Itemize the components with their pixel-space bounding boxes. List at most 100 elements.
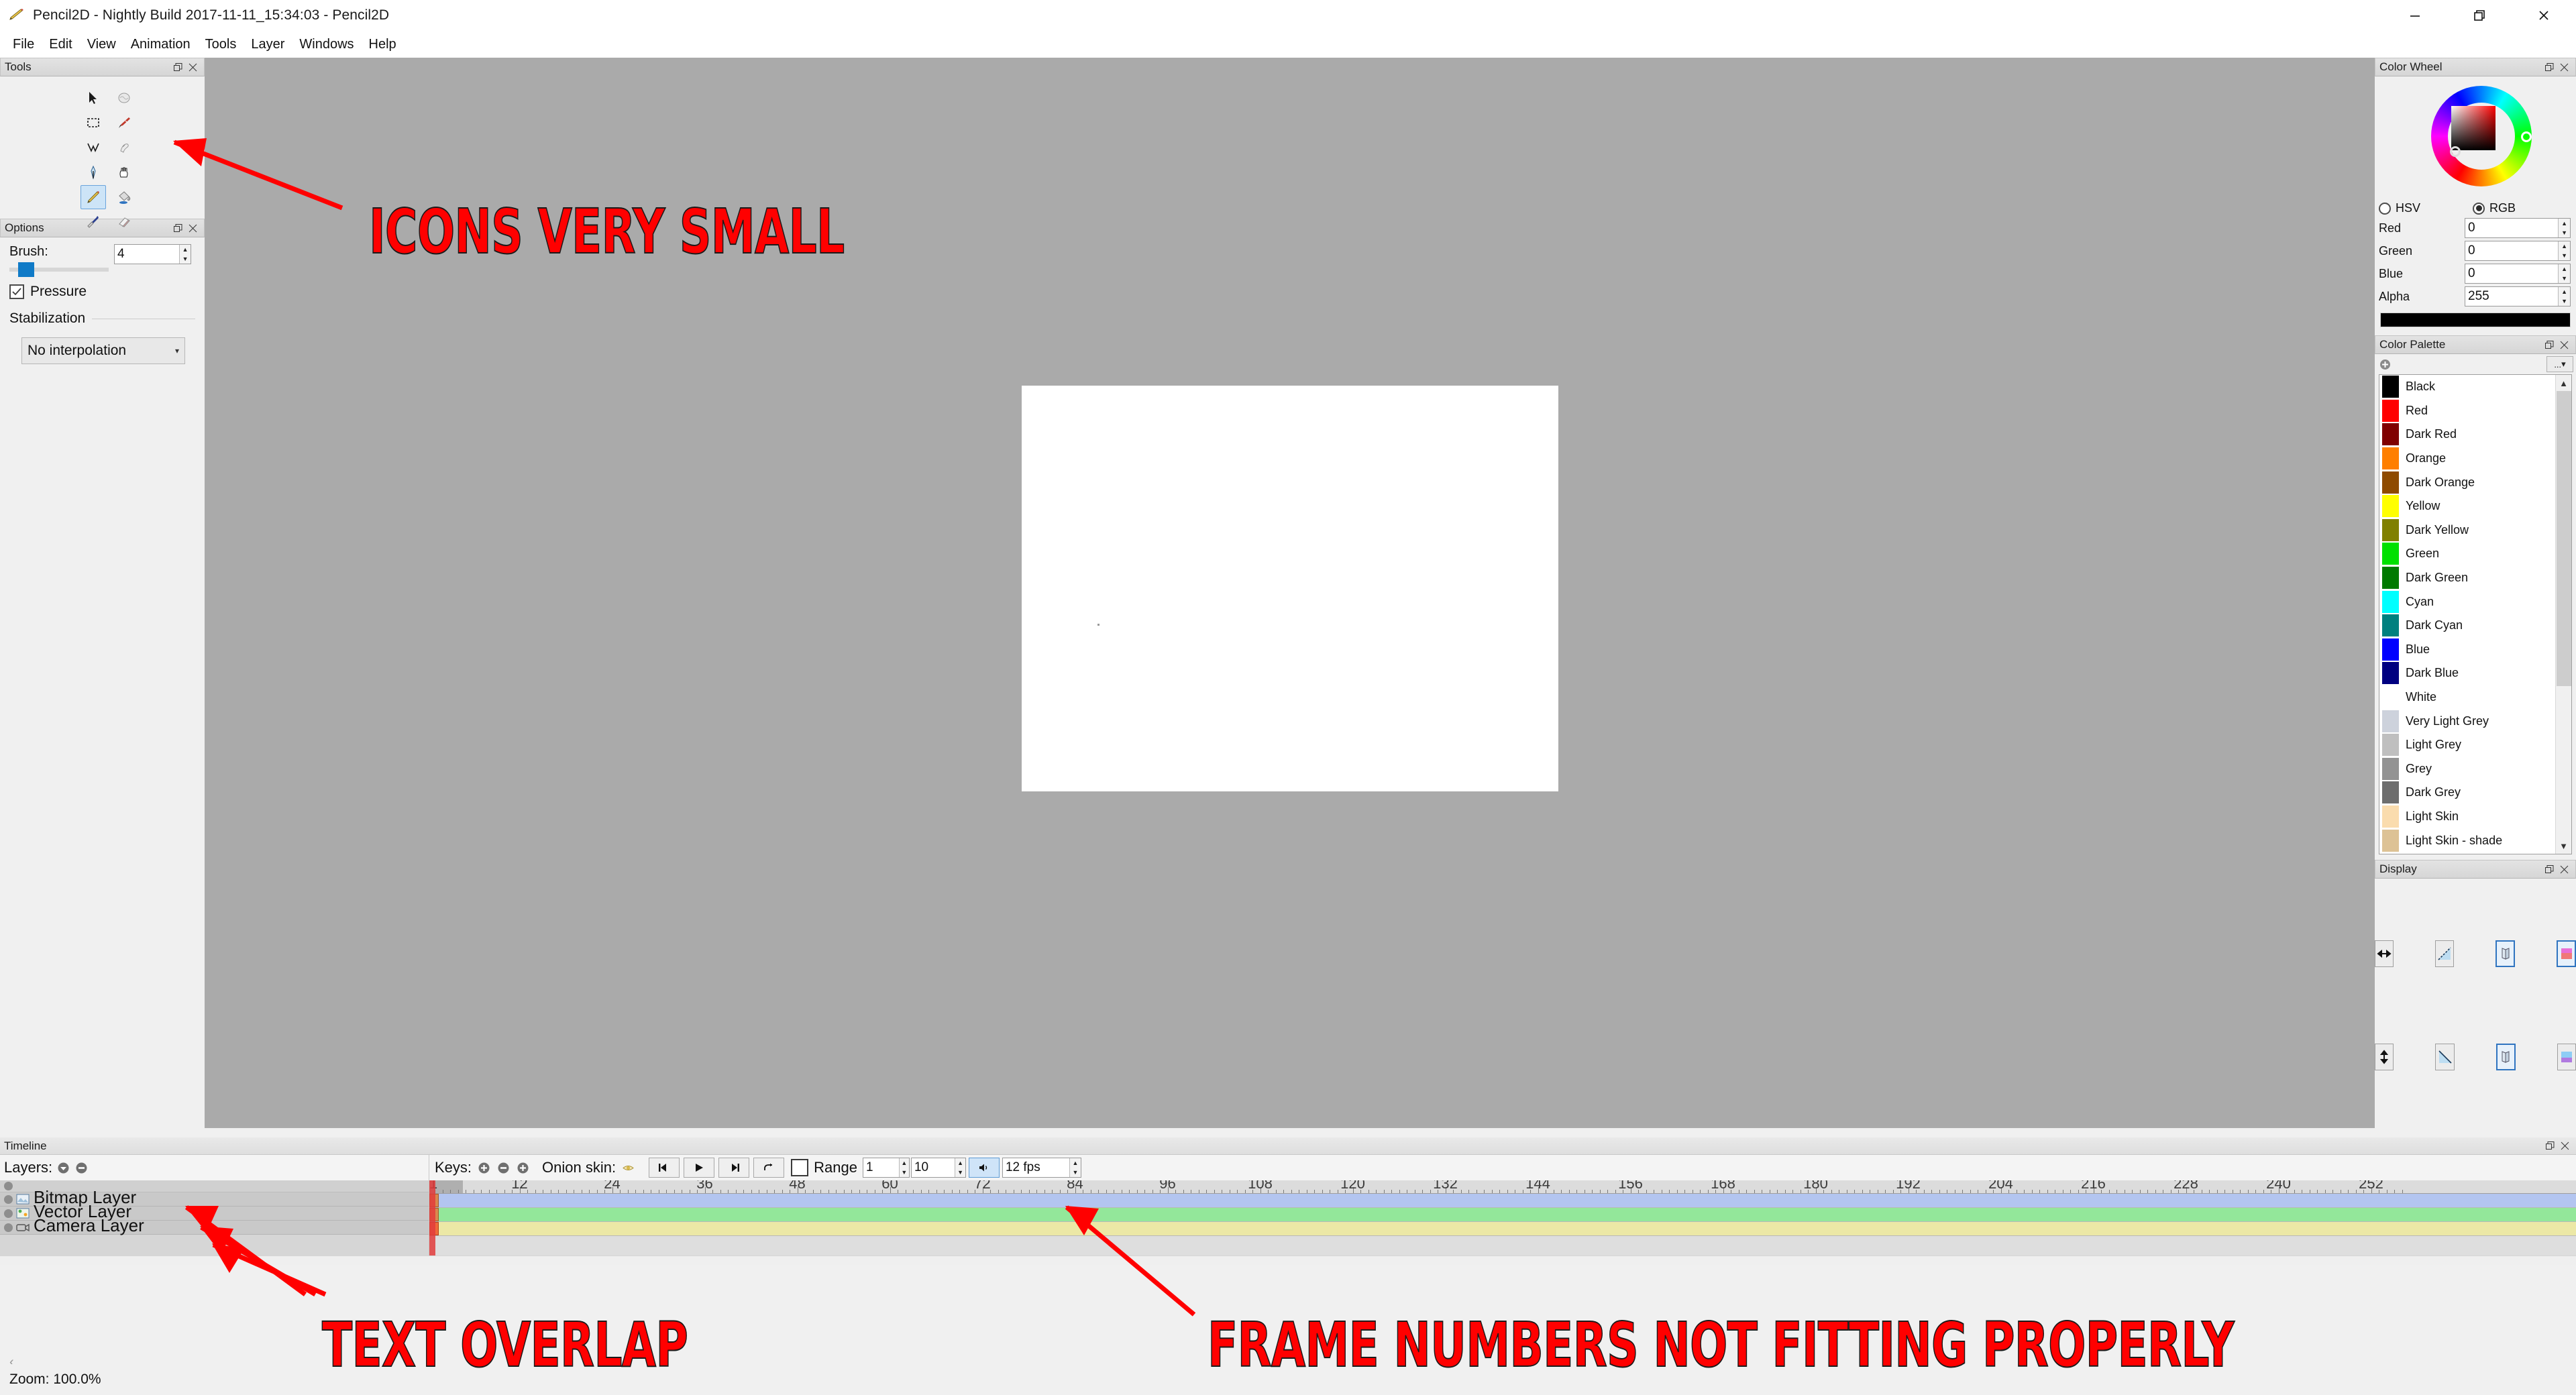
palette-list[interactable]: Black Red Dark Red Orange Dark Orange Ye… [2379,374,2572,854]
spin-down-icon[interactable]: ▼ [2559,251,2570,260]
palette-item[interactable]: Light Grey [2379,733,2555,757]
timeline-float-icon[interactable] [2542,1139,2557,1154]
display-close-icon[interactable] [2557,862,2571,877]
palette-item[interactable]: Dark Blue [2379,661,2555,685]
spin-up-icon[interactable]: ▲ [2559,219,2570,228]
palette-item[interactable]: Dark Orange [2379,470,2555,494]
palette-item[interactable]: Light Skin [2379,805,2555,829]
hand-tool[interactable] [111,160,137,184]
visibility-dot[interactable] [4,1209,13,1218]
saturation-value-square[interactable] [2451,106,2496,150]
spin-up-icon[interactable]: ▲ [180,245,191,254]
palette-item[interactable]: Cyan [2379,590,2555,614]
tools-close-icon[interactable] [185,60,200,74]
spin-up-icon[interactable]: ▲ [2559,241,2570,251]
prev-frame-button[interactable] [649,1158,680,1178]
alpha-spinner[interactable]: ▲▼ [2465,286,2571,306]
spin-down-icon[interactable]: ▼ [900,1168,909,1177]
chevron-down-icon[interactable]: ▾ [175,346,179,355]
play-button[interactable] [684,1158,715,1178]
spin-up-icon[interactable]: ▲ [955,1158,965,1168]
spin-up-icon[interactable]: ▲ [1070,1158,1081,1168]
timeline-close-icon[interactable] [2557,1139,2572,1154]
spin-up-icon[interactable]: ▲ [900,1158,909,1168]
remove-key-icon[interactable] [496,1160,511,1175]
range-end-input[interactable] [911,1158,955,1177]
overlay-cool-button[interactable] [2557,1044,2576,1070]
hsv-radio-group[interactable]: HSV [2379,201,2473,215]
hue-marker[interactable] [2521,131,2532,142]
sound-toggle-button[interactable] [968,1158,1000,1178]
timeline-hscrollbar[interactable] [0,1256,2576,1265]
range-end-arrows[interactable]: ▲ ▼ [955,1158,965,1177]
fps-input[interactable] [1002,1158,1069,1177]
palette-item[interactable]: Light Skin - shade [2379,828,2555,852]
alpha-input[interactable] [2465,287,2559,306]
palette-item[interactable]: Very Light Grey [2379,709,2555,733]
spin-up-icon[interactable]: ▲ [2559,287,2570,296]
flip-vertical-button[interactable] [2375,1044,2394,1070]
add-color-icon[interactable] [2377,357,2392,372]
blue-spinner[interactable]: ▲▼ [2465,264,2571,284]
flip-horizontal-button[interactable] [2375,940,2394,967]
spin-down-icon[interactable]: ▼ [2559,274,2570,283]
pencil-tool[interactable] [80,185,106,209]
track-area[interactable]: 1 12243648607284961081201321441561681801… [429,1180,2576,1256]
overlay-warm-button[interactable] [2557,940,2576,967]
palette-item[interactable]: Yellow [2379,494,2555,518]
scrollbar-thumb[interactable] [2556,391,2571,686]
add-layer-icon[interactable] [56,1160,70,1175]
spin-down-icon[interactable]: ▼ [955,1168,965,1177]
blue-spin-arrows[interactable]: ▲ ▼ [2558,264,2570,283]
smudge-tool[interactable] [111,86,137,110]
options-close-icon[interactable] [185,221,200,235]
range-start-arrows[interactable]: ▲ ▼ [898,1158,909,1177]
playhead[interactable] [429,1180,435,1256]
palette-item[interactable]: Red [2379,399,2555,423]
visibility-dot[interactable] [4,1223,13,1232]
pressure-checkbox[interactable] [9,284,24,299]
menu-help[interactable]: Help [362,35,404,54]
menu-file[interactable]: File [5,35,42,54]
sv-marker[interactable] [2450,146,2461,157]
mirror-diagonal2-button[interactable] [2435,1044,2455,1070]
range-start-spinner[interactable]: ▲▼ [862,1158,910,1178]
layer-row-camera[interactable]: Camera Layer [0,1217,429,1235]
scroll-up-icon[interactable]: ▲ [2559,375,2568,391]
menu-animation[interactable]: Animation [123,35,198,54]
brush-size-spinner[interactable]: ▲ ▼ [114,244,191,264]
palette-item[interactable]: Dark Red [2379,423,2555,447]
polyline-tool[interactable] [80,135,106,160]
blue-input[interactable] [2465,264,2559,283]
menu-windows[interactable]: Windows [292,35,361,54]
spin-down-icon[interactable]: ▼ [1070,1168,1081,1177]
brush-spin-arrows[interactable]: ▲ ▼ [179,245,191,264]
red-spinner[interactable]: ▲▼ [2465,218,2571,238]
track-vector[interactable] [429,1208,2576,1222]
menu-edit[interactable]: Edit [42,35,79,54]
palette-item[interactable]: Grey [2379,757,2555,781]
grid-perspective2-button[interactable] [2496,1044,2516,1070]
color-wheel-widget[interactable] [2375,76,2576,197]
loop-button[interactable] [753,1158,785,1178]
palette-item[interactable]: Blue [2379,638,2555,662]
scroll-down-icon[interactable]: ▼ [2559,838,2568,854]
menu-layer[interactable]: Layer [244,35,292,54]
palette-item[interactable]: Black [2379,375,2555,399]
palette-menu-button[interactable]: ... ▾ [2546,356,2573,372]
remove-layer-icon[interactable] [74,1160,89,1175]
hand-smudge-tool[interactable] [111,135,137,160]
alpha-spin-arrows[interactable]: ▲ ▼ [2558,287,2570,306]
brush-size-input[interactable] [115,245,180,264]
track-camera[interactable] [429,1222,2576,1236]
palette-item[interactable]: Dark Green [2379,566,2555,590]
brush-tool[interactable] [111,111,137,135]
select-tool[interactable] [80,111,106,135]
visibility-dot[interactable] [4,1194,13,1204]
pen-tool[interactable] [80,160,106,184]
spin-down-icon[interactable]: ▼ [2559,296,2570,306]
color-wheel-float-icon[interactable] [2542,60,2557,74]
range-start-input[interactable] [863,1158,899,1177]
range-end-spinner[interactable]: ▲▼ [910,1158,966,1178]
close-icon[interactable] [2512,0,2576,31]
